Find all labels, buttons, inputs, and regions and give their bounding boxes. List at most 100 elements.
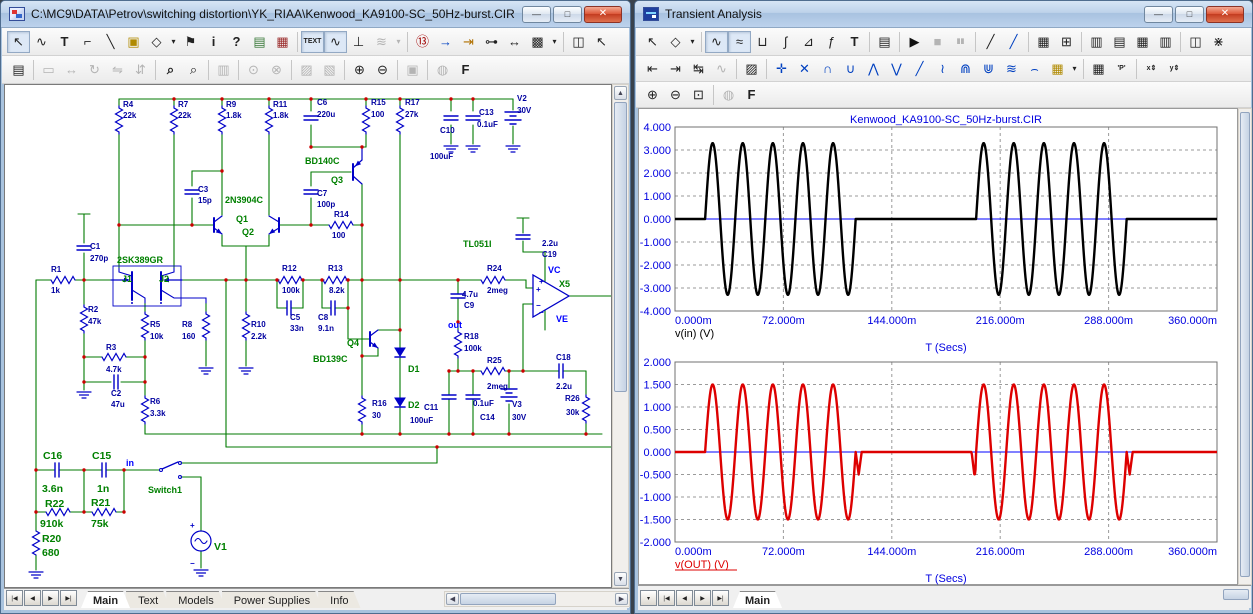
tag-formula-icon[interactable]: ƒ	[820, 31, 843, 53]
tab-nav-button[interactable]: ▾	[640, 590, 657, 606]
tab-main[interactable]: Main	[81, 591, 130, 608]
tab-text[interactable]: Text	[126, 591, 170, 608]
minimize-button[interactable]: —	[1144, 6, 1173, 23]
go-global-min-icon[interactable]: ⋓	[977, 58, 1000, 80]
go-local-min-icon[interactable]: ⋁	[885, 58, 908, 80]
globe-icon[interactable]: ◍	[431, 59, 454, 81]
tab-main[interactable]: Main	[733, 591, 782, 608]
tag-slope-icon[interactable]: ⊿	[797, 31, 820, 53]
grid-toggle-icon[interactable]: ▩	[526, 31, 549, 53]
periods-icon[interactable]: 'P'	[1110, 58, 1133, 80]
tab-models[interactable]: Models	[166, 591, 225, 608]
zoom-in-icon[interactable]: ⊕	[641, 84, 664, 106]
stretch-icon[interactable]: ↔	[60, 59, 83, 81]
shape-dropdown-icon[interactable]: ▾	[687, 31, 698, 53]
show-voltages-icon[interactable]: ≋	[370, 31, 393, 53]
go-flat-icon[interactable]: ≋	[1000, 58, 1023, 80]
cursor-mode-icon[interactable]: ∿	[705, 31, 728, 53]
crosshair-add-icon[interactable]: ✛	[770, 58, 793, 80]
flag-mode-icon[interactable]: ⚑	[179, 31, 202, 53]
plot-panel[interactable]	[638, 108, 1238, 585]
pause-icon[interactable]: ▮▮	[949, 31, 972, 53]
shape-dropdown-icon[interactable]: ▾	[168, 31, 179, 53]
line-tool-icon[interactable]: ╱	[979, 31, 1002, 53]
tab-nav-button[interactable]: |◀	[6, 590, 23, 606]
tab-nav-button[interactable]: |◀	[658, 590, 675, 606]
find-next-icon[interactable]: ⌕	[182, 59, 205, 81]
copy-page-icon[interactable]: ▧	[318, 59, 341, 81]
numeric-output-icon[interactable]: ▦	[1087, 58, 1110, 80]
show-current-icon[interactable]: →	[434, 31, 457, 53]
analysis-hscroll-stub[interactable]	[1223, 589, 1249, 600]
globe-icon[interactable]: ◍	[717, 84, 740, 106]
cursor-pair-icon[interactable]: ≈	[728, 31, 751, 53]
go-to-branch-icon[interactable]: ▦	[1046, 58, 1069, 80]
info-mode-icon[interactable]: i	[202, 31, 225, 53]
go-top-icon[interactable]: ⌢	[1023, 58, 1046, 80]
rotate-icon[interactable]: ↻	[83, 59, 106, 81]
copy-picture-icon[interactable]: ▨	[295, 59, 318, 81]
run-icon[interactable]: ▶	[903, 31, 926, 53]
panel-horizontal-icon[interactable]: ▤	[1108, 31, 1131, 53]
tab-nav-button[interactable]: ▶	[42, 590, 59, 606]
polyline-tool-icon[interactable]: ╱	[1002, 31, 1025, 53]
plot-vscrollbar[interactable]	[1238, 108, 1252, 585]
cursor-right-icon[interactable]: ⇥	[664, 58, 687, 80]
go-slope-icon[interactable]: ╱	[908, 58, 931, 80]
show-node-numbers-icon[interactable]: ⑬	[411, 31, 434, 53]
exit-region-icon[interactable]: ↖	[590, 31, 613, 53]
panel-vertical-icon[interactable]: ▥	[1085, 31, 1108, 53]
plot-vscroll-thumb[interactable]	[1240, 112, 1250, 577]
scope-region-icon[interactable]: ▨	[740, 58, 763, 80]
text-mode-icon[interactable]: T	[53, 31, 76, 53]
restore-button[interactable]: □	[553, 6, 582, 23]
go-inflection-icon[interactable]: ≀	[931, 58, 954, 80]
attributes-icon[interactable]: ▤	[7, 59, 30, 81]
cursor-left-icon[interactable]: ⇤	[641, 58, 664, 80]
schematic-hscrollbar[interactable]: ◀ ▶	[444, 591, 630, 607]
zoom-out-icon[interactable]: ⊖	[371, 59, 394, 81]
schematic-vscrollbar[interactable]: ▲ ▼	[612, 84, 629, 588]
go-local-max-icon[interactable]: ⋀	[862, 58, 885, 80]
panel-columns-icon[interactable]: ▥	[1154, 31, 1177, 53]
wire-mode-icon[interactable]: ∿	[30, 31, 53, 53]
analysis-titlebar[interactable]: Transient Analysis — □ ✕	[635, 1, 1252, 28]
cursor-both-icon[interactable]: ↹	[687, 58, 710, 80]
help-mode-icon[interactable]: ?	[225, 31, 248, 53]
select-box-icon[interactable]: ▭	[37, 59, 60, 81]
show-values-icon[interactable]: ∿	[324, 31, 347, 53]
image-icon[interactable]: ▣	[401, 59, 424, 81]
grid-dropdown-icon[interactable]: ▾	[549, 31, 560, 53]
component-mode-icon[interactable]: ▣	[122, 31, 145, 53]
zoom-in-icon[interactable]: ⊕	[348, 59, 371, 81]
cursor-wave-icon[interactable]: ∿	[710, 58, 733, 80]
flip-h-icon[interactable]: ⇋	[106, 59, 129, 81]
go-global-max-icon[interactable]: ⋒	[954, 58, 977, 80]
restore-button[interactable]: □	[1175, 6, 1204, 23]
zoom-out-icon[interactable]: ⊖	[664, 84, 687, 106]
minimize-button[interactable]: —	[522, 6, 551, 23]
step-in-icon[interactable]: ⊙	[242, 59, 265, 81]
select-tool-icon[interactable]: ↖	[7, 31, 30, 53]
show-condition-icon[interactable]: ⊶	[480, 31, 503, 53]
tab-info[interactable]: Info	[318, 591, 360, 608]
split-window-icon[interactable]: ◫	[1184, 31, 1207, 53]
ortho-wire-icon[interactable]: ⌐	[76, 31, 99, 53]
shape-mode-icon[interactable]: ◇	[145, 31, 168, 53]
data-points-icon[interactable]: ▦	[1032, 31, 1055, 53]
scroll-left-icon[interactable]: ◀	[446, 593, 459, 605]
tab-nav-button[interactable]: ▶	[694, 590, 711, 606]
schematic-canvas[interactable]: +−+−+−R422kR722kR91.8kR111.8kC6220uR1510…	[4, 84, 612, 588]
region-enable-icon[interactable]: ▦	[271, 31, 294, 53]
show-nodes-icon[interactable]: ⊥	[347, 31, 370, 53]
scroll-right-icon[interactable]: ▶	[615, 593, 628, 605]
split-window-icon[interactable]: ◫	[567, 31, 590, 53]
diagonal-line-icon[interactable]: ╲	[99, 31, 122, 53]
go-peak-icon[interactable]: ∩	[816, 58, 839, 80]
branch-dropdown-icon[interactable]: ▾	[1069, 58, 1080, 80]
tab-nav-button[interactable]: ▶|	[712, 590, 729, 606]
vscroll-thumb[interactable]	[614, 102, 627, 392]
font-icon[interactable]: F	[454, 59, 477, 81]
tab-nav-button[interactable]: ▶|	[60, 590, 77, 606]
show-text-icon[interactable]: TEXT	[301, 31, 324, 53]
